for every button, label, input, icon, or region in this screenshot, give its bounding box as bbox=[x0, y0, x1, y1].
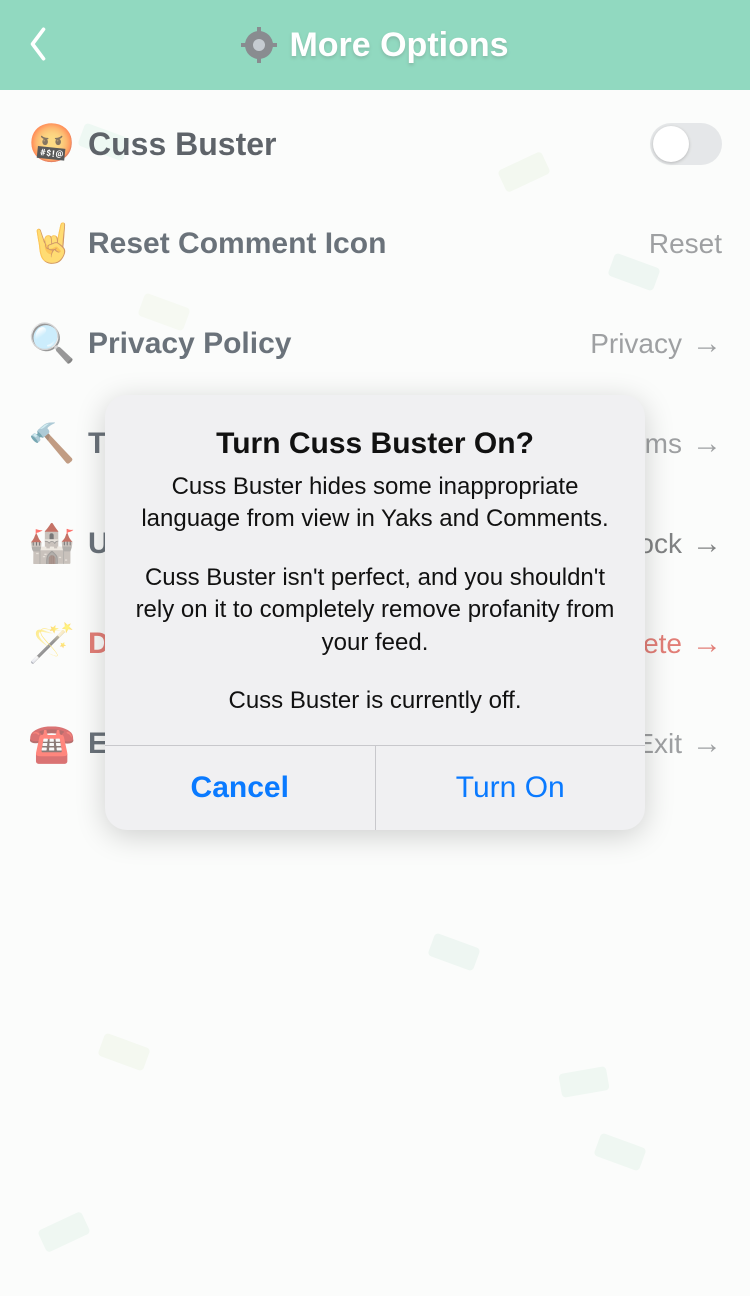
dialog-title: Turn Cuss Buster On? bbox=[133, 427, 617, 461]
dialog-text-1: Cuss Buster hides some inappropriate lan… bbox=[133, 471, 617, 536]
cuss-buster-dialog: Turn Cuss Buster On? Cuss Buster hides s… bbox=[105, 395, 645, 830]
dialog-text-3: Cuss Buster is currently off. bbox=[133, 685, 617, 717]
turn-on-button[interactable]: Turn On bbox=[375, 746, 646, 830]
dialog-text-2: Cuss Buster isn't perfect, and you shoul… bbox=[133, 562, 617, 659]
cancel-button[interactable]: Cancel bbox=[105, 746, 375, 830]
